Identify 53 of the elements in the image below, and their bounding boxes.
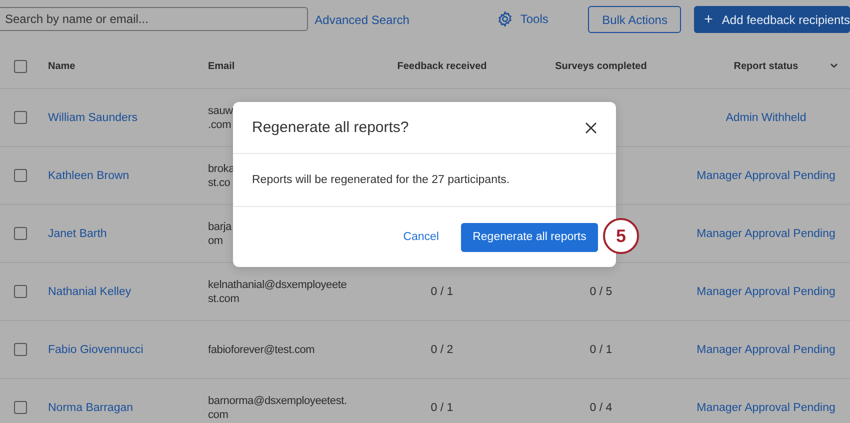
feedback-count: 0 / 1 (430, 286, 454, 298)
column-header: Surveys completed (555, 60, 647, 72)
report-status-link[interactable]: Manager Approval Pending (696, 170, 836, 182)
bulk-actions-button[interactable]: Bulk Actions (588, 6, 682, 33)
add-feedback-recipients-button[interactable]: + Add feedback recipients (694, 6, 850, 33)
report-status-link[interactable]: Manager Approval Pending (696, 344, 836, 356)
feedback-count: 0 / 1 (430, 402, 454, 414)
email-text: kelnathanial@dsxemployeete (208, 278, 347, 290)
email-text: sauw (208, 104, 233, 116)
report-status-link[interactable]: Admin Withheld (726, 112, 806, 124)
search-field[interactable]: Search by name or email... (0, 7, 308, 31)
regenerate-button[interactable]: Regenerate all reports (461, 222, 598, 252)
surveys-count: 0 / 4 (590, 402, 612, 414)
email-text: com (208, 408, 228, 420)
email-text: st.com (208, 292, 240, 304)
participant-name-link[interactable]: Kathleen Brown (48, 170, 130, 182)
participant-name-link[interactable]: Nathanial Kelley (48, 286, 132, 298)
column-header: Name (48, 60, 76, 72)
checkbox[interactable] (14, 343, 27, 356)
chevron-down-icon[interactable] (830, 63, 838, 69)
cancel-button[interactable]: Cancel (403, 231, 439, 243)
column-header: Feedback received (397, 60, 487, 72)
report-status-link[interactable]: Manager Approval Pending (696, 228, 836, 240)
advanced-search-link[interactable]: Advanced Search (314, 13, 410, 27)
participant-name-link[interactable]: William Saunders (48, 112, 138, 124)
email-text: barja (208, 220, 232, 232)
column-header[interactable]: Report status (734, 60, 798, 72)
dialog-message: Reports will be regenerated for the 27 participants. (252, 174, 510, 186)
report-status-link[interactable]: Manager Approval Pending (696, 402, 836, 414)
email-text: fabioforever@test.com (208, 344, 315, 356)
settings-icon (497, 11, 514, 27)
tools-button[interactable]: Tools (497, 11, 548, 27)
email-text: barnorma@dsxemployeetest. (208, 394, 347, 406)
participant-name-link[interactable]: Fabio Giovennucci (48, 344, 144, 356)
checkbox[interactable] (14, 169, 27, 182)
email-text: .com (208, 118, 232, 130)
checkbox[interactable] (14, 227, 27, 240)
checkbox[interactable] (14, 285, 27, 298)
close-icon[interactable] (585, 122, 597, 134)
checkbox[interactable] (14, 60, 27, 72)
column-header: Email (208, 60, 235, 72)
dialog-title: Regenerate all reports? (252, 119, 409, 136)
step-badge: 5 (603, 218, 639, 254)
surveys-count: 0 / 1 (590, 344, 612, 356)
email-text: st.co (208, 176, 230, 188)
checkbox[interactable] (14, 401, 27, 414)
participant-name-link[interactable]: Norma Barragan (48, 402, 134, 414)
surveys-count: 0 / 5 (590, 286, 612, 298)
participant-name-link[interactable]: Janet Barth (48, 228, 107, 240)
email-text: om (208, 234, 223, 246)
checkbox[interactable] (14, 111, 27, 124)
report-status-link[interactable]: Manager Approval Pending (696, 286, 836, 298)
feedback-count: 0 / 2 (430, 344, 454, 356)
